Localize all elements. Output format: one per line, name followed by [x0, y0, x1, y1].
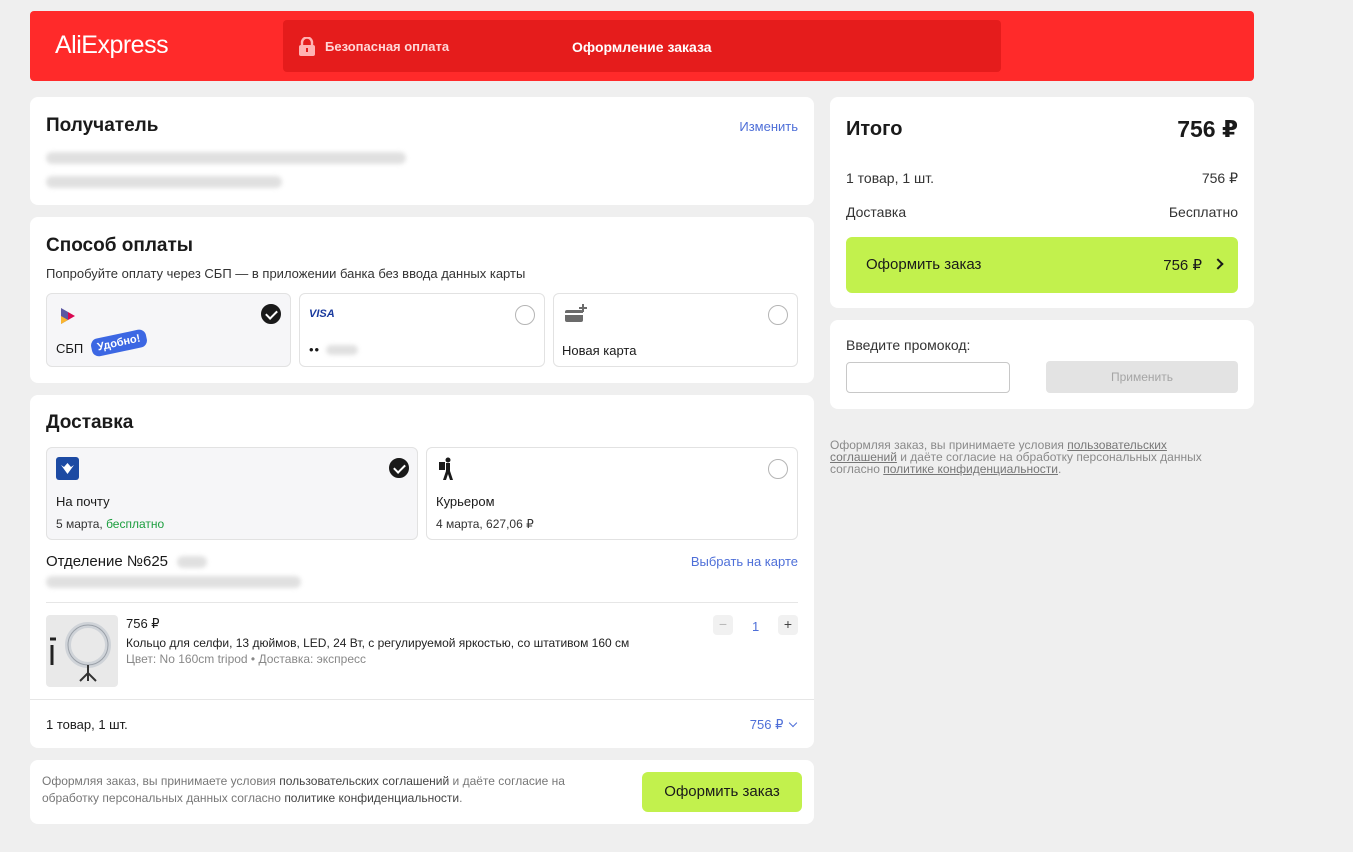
place-order-button[interactable]: Оформить заказ 756 ₽ — [846, 237, 1238, 293]
item-divider-bottom — [30, 699, 814, 700]
lock-icon — [299, 37, 315, 56]
recipient-name-redacted — [46, 152, 406, 164]
total-items-label: 1 товар, 1 шт. — [846, 170, 935, 186]
bottom-place-order-button[interactable]: Оформить заказ — [642, 772, 802, 812]
terms-link[interactable]: пользовательских соглашений — [279, 774, 449, 788]
total-amount: 756 ₽ — [1177, 116, 1238, 142]
place-order-label: Оформить заказ — [866, 256, 982, 273]
payment-card: Способ оплаты Попробуйте оплату через СБ… — [30, 217, 814, 383]
post-price: бесплатно — [106, 517, 165, 531]
recipient-title: Получатель — [46, 115, 159, 136]
chevron-right-icon — [1212, 258, 1224, 270]
payment-option-visa[interactable]: VISA •• — [299, 293, 545, 367]
header-bar: AliExpress Безопасная оплата Оформление … — [30, 11, 1254, 81]
total-delivery-value: Бесплатно — [1168, 204, 1238, 220]
bottom-legal-suffix: . — [459, 791, 463, 805]
right-legal-suffix: . — [1058, 462, 1062, 476]
quantity-plus-button[interactable]: + — [778, 615, 798, 635]
quantity-value: 1 — [752, 619, 760, 634]
courier-label: Курьером — [436, 494, 495, 509]
bottom-legal-text: Оформляя заказ, вы принимаете условия по… — [42, 773, 622, 807]
promo-label: Введите промокод: — [846, 337, 971, 353]
sbp-icon — [61, 308, 75, 324]
new-card-radio[interactable] — [768, 305, 788, 325]
add-card-icon — [565, 304, 587, 322]
visa-icon: VISA — [309, 308, 335, 320]
edit-recipient-link[interactable]: Изменить — [739, 119, 798, 134]
courier-icon — [439, 457, 453, 480]
right-legal-text: Оформляя заказ, вы принимаете условия по… — [830, 439, 1230, 475]
promo-code-input[interactable] — [846, 362, 1010, 393]
item-name[interactable]: Кольцо для селфи, 13 дюймов, LED, 24 Вт,… — [126, 636, 629, 650]
page-title: Оформление заказа — [572, 39, 712, 55]
sbp-label: СБП — [56, 341, 84, 356]
place-order-price: 756 ₽ — [1163, 257, 1202, 274]
total-delivery-label: Доставка — [846, 204, 907, 220]
choose-on-map-link[interactable]: Выбрать на карте — [691, 554, 798, 569]
chevron-down-icon — [788, 718, 798, 728]
post-office-title: Отделение №625 — [46, 553, 168, 570]
delivery-option-courier[interactable]: Курьером 4 марта, 627,06 ₽ — [426, 447, 798, 540]
apply-promo-button[interactable]: Применить — [1046, 361, 1238, 393]
payment-title: Способ оплаты — [46, 235, 193, 256]
post-office-number-redacted — [177, 556, 207, 568]
new-card-label: Новая карта — [562, 343, 637, 358]
card-number-redacted — [326, 345, 358, 355]
courier-radio[interactable] — [768, 459, 788, 479]
payment-hint: Попробуйте оплату через СБП — в приложен… — [46, 266, 526, 281]
aliexpress-logo[interactable]: AliExpress — [55, 31, 169, 60]
secure-payment-label: Безопасная оплата — [325, 39, 450, 54]
apply-promo-label: Применить — [1110, 370, 1173, 384]
post-office-address-redacted — [46, 576, 301, 588]
items-summary-label: 1 товар, 1 шт. — [46, 717, 128, 732]
sbp-radio[interactable] — [261, 304, 281, 324]
payment-option-sbp[interactable]: СБП Удобно! — [46, 293, 291, 367]
recipient-address-redacted — [46, 176, 282, 188]
total-title: Итого — [846, 118, 903, 140]
items-summary-price[interactable]: 756 ₽ — [749, 717, 798, 733]
bottom-place-order-label: Оформить заказ — [664, 783, 780, 800]
product-image[interactable] — [46, 615, 118, 687]
recipient-card: Получатель Изменить — [30, 97, 814, 205]
delivery-option-post[interactable]: На почту 5 марта, бесплатно — [46, 447, 418, 540]
item-details: Цвет: No 160cm tripod • Доставка: экспре… — [126, 652, 367, 666]
right-privacy-link[interactable]: политике конфиденциальности — [883, 462, 1058, 476]
post-office-number: Отделение №625 — [46, 553, 169, 570]
payment-option-new-card[interactable]: Новая карта — [553, 293, 798, 367]
post-radio[interactable] — [389, 458, 409, 478]
courier-date: 4 марта, 627,06 ₽ — [436, 517, 534, 531]
quantity-minus-button[interactable]: − — [713, 615, 733, 635]
delivery-title: Доставка — [46, 412, 134, 433]
delivery-card: Доставка На почту 5 марта, бесплатно Кур… — [30, 395, 814, 748]
promo-card: Введите промокод: Применить — [830, 320, 1254, 409]
post-date-text: 5 марта, — [56, 517, 103, 531]
bottom-order-card: Оформляя заказ, вы принимаете условия по… — [30, 760, 814, 824]
items-summary-price-text: 756 ₽ — [749, 717, 784, 732]
privacy-link[interactable]: политике конфиденциальности — [284, 791, 459, 805]
post-date: 5 марта, бесплатно — [56, 517, 164, 531]
secure-checkout-bar: Безопасная оплата Оформление заказа — [283, 20, 1001, 72]
total-items-price: 756 ₽ — [1201, 170, 1238, 186]
bottom-legal-prefix: Оформляя заказ, вы принимаете условия — [42, 774, 280, 788]
item-divider-top — [46, 602, 798, 603]
post-label: На почту — [56, 494, 110, 509]
total-card: Итого 756 ₽ 1 товар, 1 шт. 756 ₽ Доставк… — [830, 97, 1254, 308]
visa-radio[interactable] — [515, 305, 535, 325]
russian-post-icon — [56, 457, 79, 480]
convenient-badge: Удобно! — [89, 328, 148, 358]
item-price: 756 ₽ — [126, 616, 160, 631]
card-mask: •• — [309, 342, 321, 357]
